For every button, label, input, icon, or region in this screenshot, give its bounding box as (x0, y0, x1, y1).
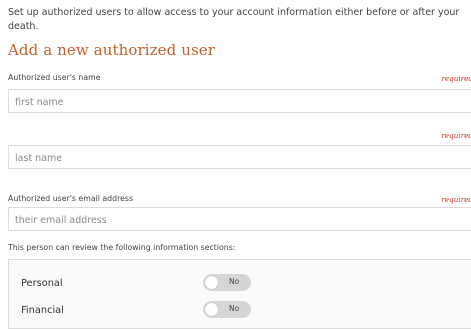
section-label-financial: Financial (21, 305, 64, 316)
financial-toggle[interactable]: No (203, 301, 251, 318)
section-row-personal: Personal No (9, 274, 471, 294)
email-field[interactable] (8, 207, 471, 232)
last-name-input[interactable] (9, 147, 471, 170)
email-input[interactable] (9, 209, 471, 232)
last-name-field[interactable] (8, 145, 471, 170)
email-label: Authorized user's email address (8, 194, 134, 203)
name-required-label: required (441, 74, 471, 83)
email-required-label: required (441, 195, 471, 204)
toggle-state-text: No (229, 304, 240, 313)
intro-text: Set up authorized users to allow access … (8, 7, 460, 32)
section-row-financial: Financial No (9, 301, 471, 321)
section-label-personal: Personal (21, 278, 63, 289)
name-label: Authorized user's name (8, 73, 101, 82)
page-heading: Add a new authorized user (8, 41, 216, 59)
first-name-field[interactable] (8, 89, 471, 114)
last-name-required-label: required (441, 131, 471, 140)
toggle-knob (205, 303, 218, 316)
toggle-knob (205, 276, 218, 289)
sections-intro: This person can review the following inf… (8, 243, 236, 252)
info-sections-panel: Personal No Financial No (8, 259, 471, 329)
personal-toggle[interactable]: No (203, 274, 251, 291)
first-name-input[interactable] (9, 91, 471, 114)
toggle-state-text: No (229, 277, 240, 286)
